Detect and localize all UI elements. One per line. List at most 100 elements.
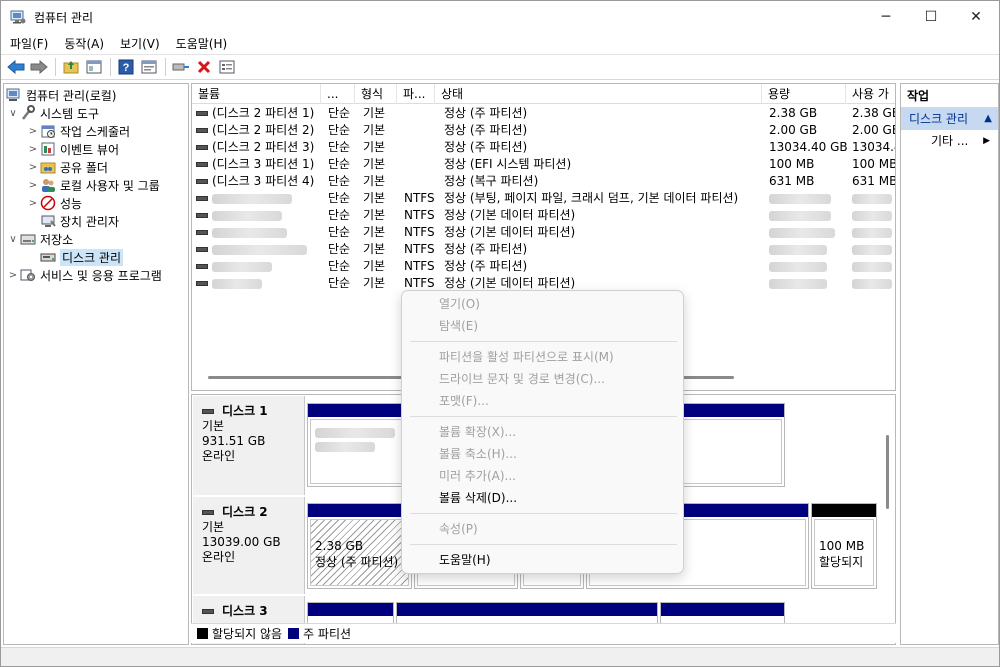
tree-item-task-scheduler[interactable]: > 작업 스케줄러: [26, 122, 130, 140]
column-status[interactable]: 상태: [435, 84, 762, 104]
menu-item-change-drive-letter[interactable]: 드라이브 문자 및 경로 변경(C)...: [439, 369, 605, 389]
volume-name: (디스크 2 파티션 3): [212, 140, 315, 154]
menu-item-add-mirror[interactable]: 미러 추가(A)...: [439, 466, 516, 486]
tree-item-performance[interactable]: > 성능: [26, 194, 82, 212]
partition-color-bar: [397, 603, 657, 616]
tree-item-computer-management[interactable]: 컴퓨터 관리(로컬): [6, 86, 116, 104]
menu-item-delete-volume[interactable]: 볼륨 삭제(D)...: [439, 488, 517, 508]
actions-more-label: 기타 ...: [931, 134, 969, 148]
menu-item-shrink-volume[interactable]: 볼륨 축소(H)...: [439, 444, 517, 464]
chevron-right-icon[interactable]: >: [26, 198, 40, 209]
menu-separator: [410, 544, 677, 545]
disk-2-partition-1[interactable]: 2.38 GB 정상 (주 파티션): [307, 503, 412, 589]
toolbar-separator: [55, 58, 56, 76]
volume-layout: 단순: [328, 259, 351, 273]
volume-icon: [196, 264, 208, 269]
disk-1-label[interactable]: 디스크 1 기본 931.51 GB 온라인: [193, 396, 305, 495]
table-row[interactable]: 단순 기본 NTFS 정상 (기본 데이터 파티션): [192, 224, 895, 241]
column-free-space[interactable]: 사용 가: [846, 84, 895, 104]
disk-2-label[interactable]: 디스크 2 기본 13039.00 GB 온라인: [193, 497, 305, 594]
actions-more[interactable]: 기타 ... ▶: [901, 130, 998, 152]
table-row[interactable]: 단순 기본 NTFS 정상 (주 파티션): [192, 241, 895, 258]
connect-icon[interactable]: [170, 56, 192, 78]
tree-item-event-viewer[interactable]: > 이벤트 뷰어: [26, 140, 119, 158]
tree-item-storage[interactable]: ∨ 저장소: [6, 230, 73, 248]
column-filesystem[interactable]: 파...: [397, 84, 435, 104]
table-row[interactable]: (디스크 3 파티션 4) 단순 기본 정상 (복구 파티션) 631 MB 6…: [192, 173, 895, 190]
menu-help[interactable]: 도움말(H): [167, 35, 235, 52]
minimize-button[interactable]: ─: [863, 1, 909, 33]
export-icon[interactable]: [216, 56, 238, 78]
menu-separator: [410, 416, 677, 417]
menu-view[interactable]: 보기(V): [111, 35, 167, 52]
menu-item-extend-volume[interactable]: 볼륨 확장(X)...: [439, 422, 516, 442]
table-row[interactable]: (디스크 2 파티션 3) 단순 기본 정상 (주 파티션) 13034.40 …: [192, 139, 895, 156]
chevron-right-icon[interactable]: >: [6, 270, 20, 281]
volume-type: 기본: [363, 106, 386, 120]
actions-header: 작업: [901, 84, 998, 108]
disk-name: 디스크 2: [222, 505, 268, 519]
partition-status: 정상 (주 파티션): [315, 555, 399, 569]
svg-text:?: ?: [123, 62, 130, 74]
redacted-volume-name: [212, 210, 282, 221]
table-row[interactable]: 단순 기본 NTFS 정상 (기본 데이터 파티션): [192, 207, 895, 224]
tree-item-services-apps[interactable]: > 서비스 및 응용 프로그램: [6, 266, 162, 284]
disk-2-unallocated[interactable]: 100 MB 할당되지: [811, 503, 877, 589]
table-row[interactable]: (디스크 2 파티션 2) 단순 기본 정상 (주 파티션) 2.00 GB 2…: [192, 122, 895, 139]
context-menu: 열기(O) 탐색(E) 파티션을 활성 파티션으로 표시(M) 드라이브 문자 …: [401, 290, 684, 574]
chevron-right-icon[interactable]: >: [26, 144, 40, 155]
properties-icon[interactable]: [138, 56, 160, 78]
tree-item-local-users-groups[interactable]: > 로컬 사용자 및 그룹: [26, 176, 160, 194]
volume-fs: NTFS: [404, 191, 435, 205]
vertical-scrollbar[interactable]: [886, 435, 889, 509]
show-hide-tree-icon[interactable]: [83, 56, 105, 78]
chevron-down-icon[interactable]: ∨: [6, 108, 20, 119]
folder-up-icon[interactable]: [60, 56, 82, 78]
menu-item-properties[interactable]: 속성(P): [439, 519, 478, 539]
menu-action[interactable]: 동작(A): [55, 35, 111, 52]
column-type[interactable]: 형식: [355, 84, 397, 104]
menu-item-mark-active[interactable]: 파티션을 활성 파티션으로 표시(M): [439, 347, 614, 367]
volume-name: (디스크 2 파티션 2): [212, 123, 315, 137]
menu-item-format[interactable]: 포맷(F)...: [439, 391, 489, 411]
back-arrow-icon[interactable]: [5, 56, 27, 78]
table-row[interactable]: (디스크 2 파티션 1) 단순 기본 정상 (주 파티션) 2.38 GB 2…: [192, 105, 895, 122]
tree-label: 저장소: [40, 232, 74, 247]
column-header-row: 볼륨 ... 형식 파... 상태 용량 사용 가: [192, 84, 895, 104]
menu-item-open[interactable]: 열기(O): [439, 294, 480, 314]
forward-arrow-icon[interactable]: [28, 56, 50, 78]
volume-status: 정상 (EFI 시스템 파티션): [444, 157, 572, 171]
tree-item-shared-folders[interactable]: > 공유 폴더: [26, 158, 108, 176]
partition-color-bar: [661, 603, 784, 616]
tree-item-system-tools[interactable]: ∨ 시스템 도구: [6, 104, 99, 122]
column-layout[interactable]: ...: [321, 84, 355, 104]
help-icon[interactable]: ?: [115, 56, 137, 78]
table-row[interactable]: 단순 기본 NTFS 정상 (부팅, 페이지 파일, 크래시 덤프, 기본 데이…: [192, 190, 895, 207]
table-row[interactable]: 단순 기본 NTFS 정상 (주 파티션): [192, 258, 895, 275]
delete-icon[interactable]: [193, 56, 215, 78]
volume-capacity: 2.38 GB: [769, 106, 818, 120]
redacted-volume-name: [212, 278, 262, 289]
tree-item-disk-management[interactable]: 디스크 관리: [26, 248, 124, 266]
disk-icon: [202, 409, 214, 414]
chevron-right-icon[interactable]: >: [26, 126, 40, 137]
menu-file[interactable]: 파일(F): [1, 35, 55, 52]
disk-1-partition[interactable]: [307, 403, 414, 487]
console-tree: 컴퓨터 관리(로컬) ∨ 시스템 도구 > 작업 스케줄러 > 이벤트 뷰어 >…: [3, 83, 189, 645]
chevron-right-icon[interactable]: >: [26, 180, 40, 191]
maximize-button[interactable]: ☐: [908, 1, 954, 33]
chevron-down-icon[interactable]: ∨: [6, 234, 20, 245]
redacted-free-space: [852, 193, 892, 204]
actions-disk-management[interactable]: 디스크 관리 ▲: [901, 108, 998, 130]
volume-status: 정상 (기본 데이터 파티션): [444, 225, 576, 239]
tree-item-device-manager[interactable]: 장치 관리자: [26, 212, 119, 230]
table-row[interactable]: (디스크 3 파티션 1) 단순 기본 정상 (EFI 시스템 파티션) 100…: [192, 156, 895, 173]
menu-item-explore[interactable]: 탐색(E): [439, 316, 478, 336]
column-capacity[interactable]: 용량: [762, 84, 846, 104]
column-volume[interactable]: 볼륨: [192, 84, 321, 104]
menu-item-help[interactable]: 도움말(H): [439, 550, 491, 570]
chevron-right-icon[interactable]: >: [26, 162, 40, 173]
close-button[interactable]: ✕: [953, 1, 999, 33]
volume-layout: 단순: [328, 140, 351, 154]
collapse-up-icon[interactable]: ▲: [984, 108, 992, 130]
